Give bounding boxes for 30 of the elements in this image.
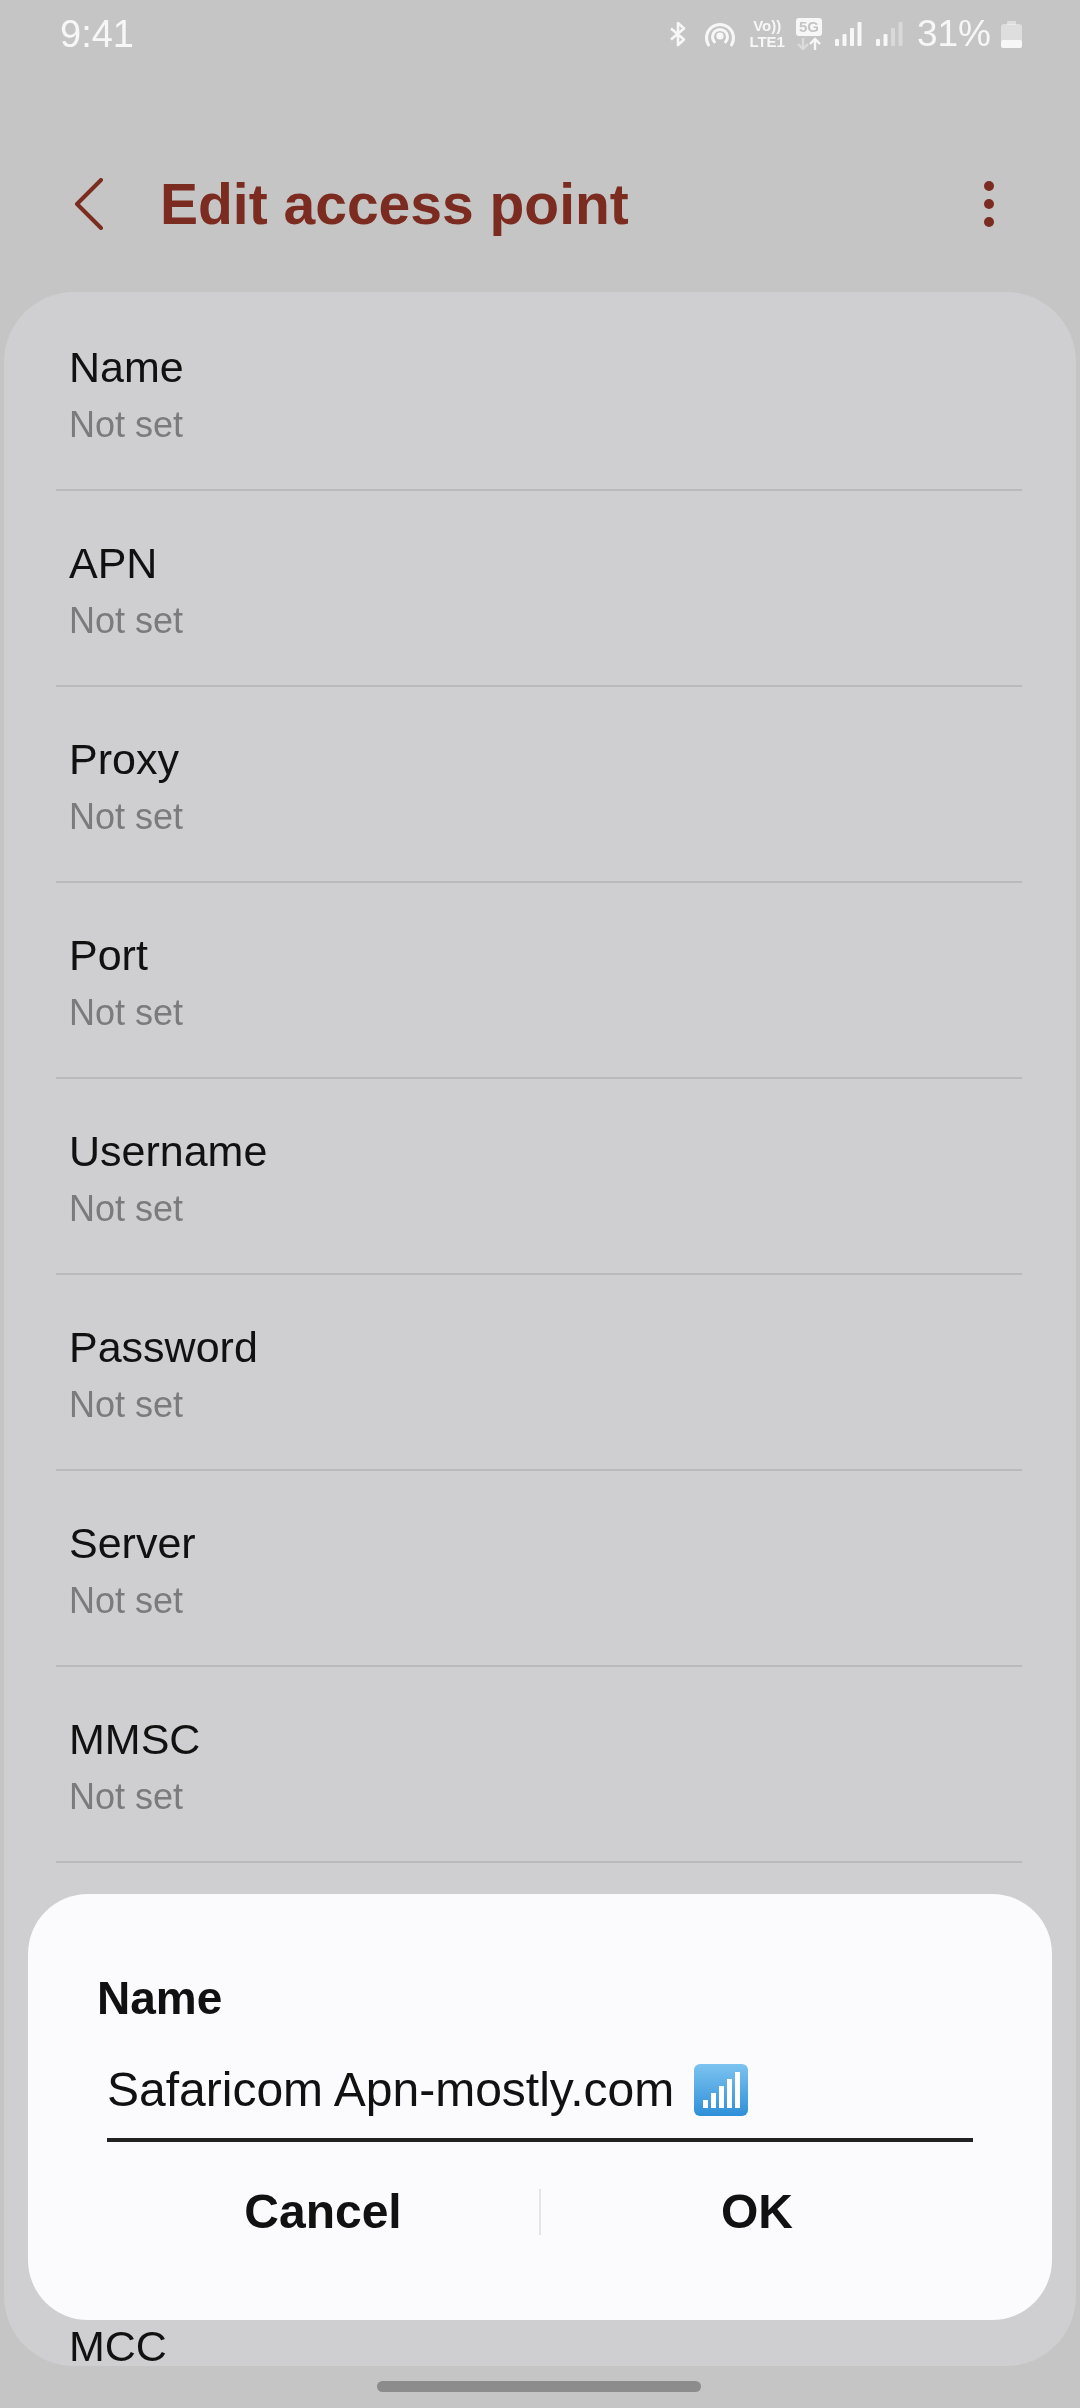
setting-label[interactable]: Name <box>69 343 1009 391</box>
setting-label[interactable]: MMSC <box>69 1715 1009 1763</box>
setting-label[interactable]: Proxy <box>69 735 1009 783</box>
dialog-button[interactable]: Cancel <box>107 2172 539 2252</box>
setting-value: Not set <box>69 1385 185 1425</box>
setting-value: Not set <box>69 1777 185 1817</box>
setting-label[interactable]: Server <box>69 1519 1009 1567</box>
page-title: Edit access point <box>160 171 629 237</box>
setting-label[interactable]: Username <box>69 1127 1009 1175</box>
signal-bars-icon <box>694 2064 749 2116</box>
dialog-title: Name <box>97 1971 223 2025</box>
setting-value: Not set <box>69 993 185 1033</box>
setting-label[interactable]: APN <box>69 539 1009 587</box>
back-icon[interactable] <box>74 178 104 230</box>
setting-value: Not set <box>69 601 185 641</box>
setting-value: Not set <box>69 797 185 837</box>
dialog-button[interactable]: OK <box>541 2172 973 2252</box>
more-options-icon[interactable] <box>983 180 995 228</box>
setting-value: Not set <box>69 405 185 445</box>
name-input-field[interactable]: Safaricom Apn-mostly.com <box>107 2062 973 2142</box>
signal-strength-icon <box>834 22 862 46</box>
hotspot-icon <box>703 20 738 48</box>
data-arrows-icon <box>794 36 823 51</box>
signal-strength-icon <box>875 22 903 46</box>
battery-icon <box>1001 20 1022 48</box>
setting-value: Not set <box>69 1189 185 1229</box>
setting-label[interactable]: MCC <box>69 2326 167 2366</box>
setting-value: Not set <box>69 1581 185 1621</box>
setting-label[interactable]: Port <box>69 931 1009 979</box>
setting-label[interactable]: Password <box>69 1323 1009 1371</box>
